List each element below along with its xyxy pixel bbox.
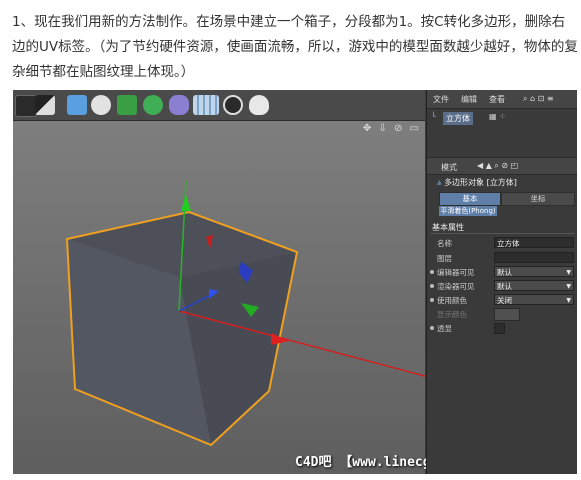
prop-editor-vis-row: 编辑器可见 默认 ▼ — [429, 266, 576, 278]
deformer-icon[interactable] — [169, 95, 189, 115]
3d-viewport[interactable]: ✥ ⇩ ⊘ ▭ C4D吧 【www.linecg.com/tieba/1799】 — [13, 121, 561, 474]
animation-dot[interactable] — [430, 270, 434, 274]
scene-svg — [65, 180, 425, 447]
object-name[interactable]: 立方体 — [443, 112, 473, 125]
polygon-object-icon: ⩓ — [437, 178, 442, 187]
light-bulb-icon[interactable] — [249, 95, 269, 115]
prop-render-vis-value: 默认 — [497, 282, 512, 291]
animation-dot[interactable] — [430, 284, 434, 288]
tab-coords[interactable]: 坐标 — [501, 192, 575, 206]
prop-editor-vis-value: 默认 — [497, 268, 512, 277]
prop-editor-vis-select[interactable]: 默认 ▼ — [494, 266, 574, 277]
spline-pen-icon[interactable] — [91, 95, 111, 115]
tab-basic[interactable]: 基本 — [439, 192, 501, 206]
prop-use-color-row: 使用颜色 关闭 ▼ — [429, 294, 576, 306]
attribute-title: ⩓ 多边形对象 [立方体] — [437, 177, 517, 188]
prop-layer-label: 图层 — [437, 254, 452, 263]
attribute-manager-header: 模式 ◀ ▲ ⌕ ⊘ ◰ — [427, 157, 577, 175]
section-divider — [430, 233, 575, 234]
animation-dot[interactable] — [430, 326, 434, 330]
chevron-down-icon: ▼ — [566, 283, 571, 290]
animation-dot[interactable] — [430, 298, 434, 302]
subdivision-icon[interactable] — [117, 95, 137, 115]
prop-transparency-label: 透显 — [437, 324, 452, 333]
nav-arrow-icons[interactable]: ◀ ▲ ⌕ ⊘ ◰ — [477, 161, 518, 171]
prop-render-vis-row: 渲染器可见 默认 ▼ — [429, 280, 576, 292]
prop-use-color-label: 使用颜色 — [437, 296, 467, 305]
prop-name-field[interactable]: 立方体 — [494, 237, 574, 248]
prop-display-color-label: 显示颜色 — [437, 310, 467, 319]
menu-mode[interactable]: 模式 — [441, 162, 457, 173]
chevron-down-icon: ▼ — [566, 269, 571, 276]
camera-icon[interactable] — [223, 95, 243, 115]
prop-use-color-select[interactable]: 关闭 ▼ — [494, 294, 574, 305]
chevron-down-icon: ▼ — [566, 297, 571, 304]
menu-view[interactable]: 查看 — [489, 94, 505, 105]
menu-file[interactable]: 文件 — [433, 94, 449, 105]
cube-icon: └ — [431, 112, 436, 121]
prop-display-color-row: 显示颜色 — [429, 308, 576, 321]
prop-layer-field[interactable] — [494, 252, 574, 263]
toolbar — [13, 90, 425, 121]
tag-icons[interactable]: ▦ ⁘ — [489, 112, 506, 121]
array-cloner-icon[interactable] — [143, 95, 163, 115]
intro-text: 1、现在我们用新的方法制作。在场景中建立一个箱子，分段都为1。按C转化多边形，删… — [12, 14, 578, 80]
prop-transparency-row: 透显 — [429, 322, 576, 334]
object-manager-menu: 文件 编辑 查看 ⌕ ⌂ ⊡ ≡ — [427, 90, 577, 109]
color-swatch[interactable] — [494, 308, 520, 321]
transparency-checkbox[interactable] — [494, 323, 505, 334]
section-title: 基本属性 — [432, 223, 464, 232]
render-clapper-icon[interactable] — [35, 95, 55, 115]
right-panel: 文件 编辑 查看 ⌕ ⌂ ⊡ ≡ └ 立方体 ▦ ⁘ 模式 ◀ ▲ ⌕ ⊘ ◰ … — [426, 90, 577, 474]
prop-name-label: 名称 — [437, 239, 452, 248]
prop-render-vis-select[interactable]: 默认 ▼ — [494, 280, 574, 291]
floor-grid-icon[interactable] — [193, 95, 219, 115]
menu-edit[interactable]: 编辑 — [461, 94, 477, 105]
tab-phong[interactable]: 平滑着色(Phong) — [439, 206, 497, 216]
prop-use-color-value: 关闭 — [497, 296, 512, 305]
cube-primitive-icon[interactable] — [67, 95, 87, 115]
prop-layer-row: 图层 — [429, 252, 576, 264]
move-tool-icon[interactable] — [15, 95, 37, 117]
attribute-tabs: 基本 坐标 — [439, 192, 575, 206]
search-icon[interactable]: ⌕ ⌂ ⊡ ≡ — [523, 94, 554, 104]
attribute-title-text: 多边形对象 [立方体] — [444, 178, 517, 187]
c4d-screenshot: ✥ ⇩ ⊘ ▭ C4D吧 【www.linecg.com/tieba/1799】… — [13, 90, 577, 474]
prop-render-vis-label: 渲染器可见 — [437, 282, 475, 291]
prop-name-row: 名称 立方体 — [429, 237, 576, 249]
prop-editor-vis-label: 编辑器可见 — [437, 268, 475, 277]
object-row-cube[interactable]: └ 立方体 ▦ ⁘ — [429, 112, 576, 126]
y-axis-arrow — [181, 195, 191, 211]
